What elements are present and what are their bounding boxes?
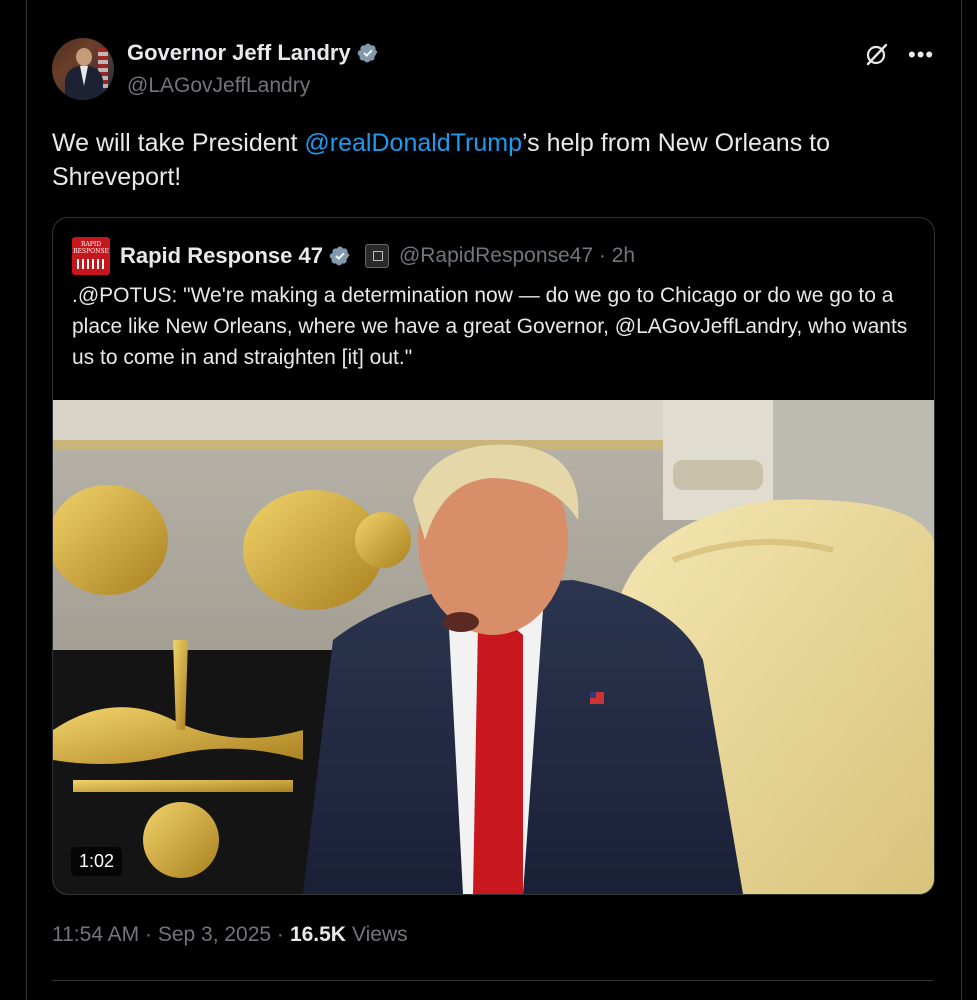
author-handle[interactable]: @LAGovJeffLandry [127,74,310,98]
quoted-avatar-text: RAPID RESPONSE [73,241,109,255]
views-count: 16.5K [289,923,346,946]
quoted-tweet-header: RAPID RESPONSE Rapid Response 47 @RapidR… [72,237,635,275]
quoted-author-avatar[interactable]: RAPID RESPONSE [72,237,110,275]
video-duration: 1:02 [71,847,123,876]
video-frame-image [53,400,934,894]
tweet-timestamp[interactable]: 11:54 AM · Sep 3, 2025 · [52,923,284,947]
avatar-head [76,48,92,66]
quoted-tweet-text: .@POTUS: "We're making a determination n… [72,284,908,369]
views-label: Views [351,923,408,946]
government-affiliation-badge-icon [364,244,389,268]
tweet-metadata: 11:54 AM · Sep 3, 2025 · 16.5K Views [52,923,408,947]
divider [52,980,933,981]
tweet-actions-top: ••• [864,42,934,68]
quoted-tweet-card[interactable]: RAPID RESPONSE Rapid Response 47 @RapidR… [52,217,935,895]
grok-icon[interactable] [864,42,890,68]
tweet-body: We will take President @realDonaldTrump’… [52,126,932,194]
video-player[interactable]: 1:02 [53,400,934,894]
author-display-name[interactable]: Governor Jeff Landry [127,40,351,66]
tweet-text-before: We will take President [52,129,305,157]
quoted-avatar-columns [77,259,105,269]
quoted-author-handle-time[interactable]: @RapidResponse47 · 2h [399,244,635,268]
mention-link[interactable]: @realDonaldTrump [304,129,522,157]
verified-badge-icon[interactable] [357,42,379,64]
quoted-verified-badge-icon [329,246,350,266]
more-icon[interactable]: ••• [908,44,934,66]
quoted-author-display-name[interactable]: Rapid Response 47 [120,243,323,269]
author-name-row: Governor Jeff Landry [127,40,379,66]
author-avatar[interactable] [52,38,114,100]
